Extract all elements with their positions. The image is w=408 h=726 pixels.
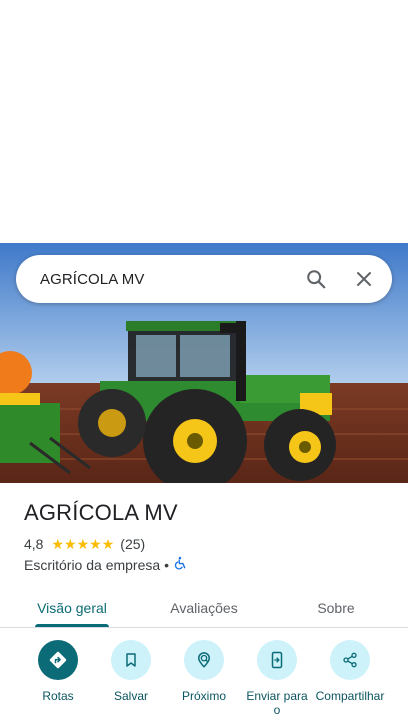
bookmark-icon	[111, 640, 151, 680]
rating-row[interactable]: 4,8 ★ ★ ★ ★ ★ (25)	[24, 536, 145, 552]
category-label: Escritório da empresa	[24, 556, 161, 573]
action-label: Compartilhar	[315, 689, 385, 703]
star-icon: ★	[76, 536, 90, 552]
send-to-phone-button[interactable]: Enviar para o	[237, 640, 317, 717]
star-icon: ★	[64, 536, 77, 552]
close-icon[interactable]	[340, 255, 388, 303]
star-icon: ★	[51, 536, 65, 552]
category-row: Escritório da empresa •	[24, 556, 187, 573]
send-to-phone-icon	[257, 640, 297, 680]
active-tab-indicator	[35, 624, 109, 627]
separator-dot: •	[164, 556, 170, 573]
star-icon: ★	[101, 536, 115, 552]
wheelchair-icon	[173, 556, 187, 573]
nearby-button[interactable]: Próximo	[164, 640, 244, 703]
directions-icon	[38, 640, 78, 680]
rating-stars: ★ ★ ★ ★ ★	[51, 537, 114, 551]
review-count[interactable]: (25)	[120, 536, 145, 552]
directions-button[interactable]: Rotas	[18, 640, 98, 703]
tab-reviews[interactable]: Avaliações	[154, 588, 254, 628]
share-button[interactable]: Compartilhar	[310, 640, 390, 703]
place-title: AGRÍCOLA MV	[24, 500, 178, 525]
rating-value: 4,8	[24, 536, 44, 552]
tab-overview[interactable]: Visão geral	[22, 588, 122, 628]
action-label: Próximo	[181, 689, 226, 703]
star-icon: ★	[89, 536, 102, 552]
place-tabs: Visão geral Avaliações Sobre	[0, 588, 408, 628]
share-icon	[330, 640, 370, 680]
action-label: Rotas	[42, 689, 74, 703]
search-input[interactable]: AGRÍCOLA MV	[16, 271, 292, 288]
nearby-icon	[184, 640, 224, 680]
action-label: Enviar para o	[246, 689, 308, 717]
action-label: Salvar	[113, 689, 148, 703]
search-icon[interactable]	[292, 255, 340, 303]
action-buttons: Rotas Salvar Próximo Enviar para o Compa…	[0, 640, 408, 726]
tab-about[interactable]: Sobre	[286, 588, 386, 628]
save-button[interactable]: Salvar	[91, 640, 171, 703]
map-area[interactable]	[0, 0, 408, 243]
search-bar[interactable]: AGRÍCOLA MV	[16, 255, 392, 303]
